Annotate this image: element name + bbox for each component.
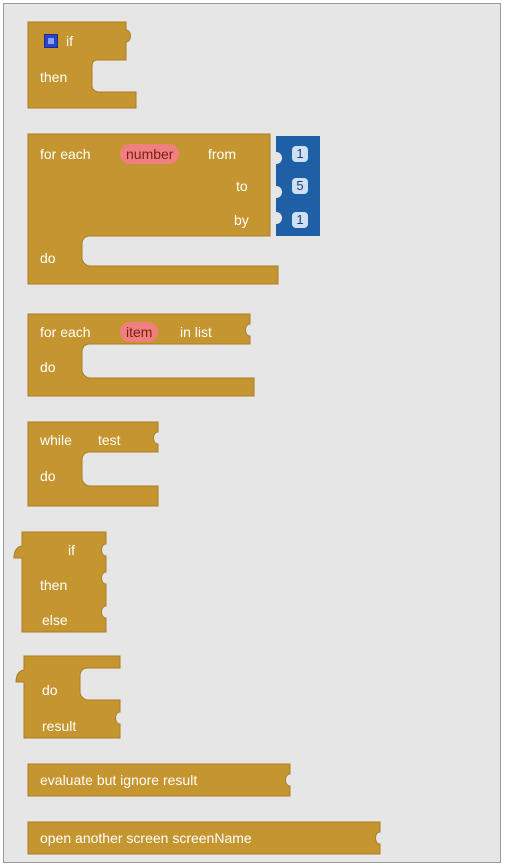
open-screen-label: open another screen screenName bbox=[40, 830, 252, 846]
test-label: test bbox=[98, 432, 121, 448]
by-label: by bbox=[234, 212, 249, 228]
for-each-label: for each bbox=[40, 146, 91, 162]
from-label: from bbox=[208, 146, 236, 162]
evaluate-label: evaluate but ignore result bbox=[40, 772, 198, 788]
if-label: if bbox=[66, 33, 73, 49]
variable-item[interactable]: item bbox=[120, 322, 159, 342]
while-block[interactable]: while test do bbox=[27, 421, 168, 514]
result-label: result bbox=[42, 718, 77, 734]
blocks-drawer: if then for each number from 1 to 5 by 1… bbox=[3, 3, 501, 863]
open-screen-block[interactable]: open another screen screenName bbox=[27, 821, 388, 862]
if-expression-block[interactable]: if then else bbox=[13, 531, 114, 638]
do-result-block[interactable]: do result bbox=[15, 655, 126, 746]
in-list-label: in list bbox=[180, 324, 212, 340]
to-number-block[interactable]: 5 bbox=[290, 176, 310, 196]
if-label: if bbox=[68, 542, 75, 558]
do-label: do bbox=[40, 250, 56, 266]
for-range-block[interactable]: for each number from 1 to 5 by 1 do bbox=[27, 133, 328, 294]
then-label: then bbox=[40, 69, 68, 85]
while-label: while bbox=[40, 432, 72, 448]
variable-number[interactable]: number bbox=[120, 144, 180, 164]
to-label: to bbox=[236, 178, 248, 194]
mutator-gear-icon[interactable] bbox=[44, 34, 58, 48]
then-label: then bbox=[40, 577, 68, 593]
do-label: do bbox=[40, 468, 56, 484]
do-label: do bbox=[40, 359, 56, 375]
for-each-label: for each bbox=[40, 324, 91, 340]
from-number-block[interactable]: 1 bbox=[290, 144, 310, 164]
evaluate-ignore-block[interactable]: evaluate but ignore result bbox=[27, 763, 298, 804]
by-number-block[interactable]: 1 bbox=[290, 210, 310, 230]
else-label: else bbox=[42, 612, 68, 628]
do-label: do bbox=[42, 682, 58, 698]
for-list-block[interactable]: for each item in list do bbox=[27, 313, 268, 404]
if-then-block[interactable]: if then bbox=[27, 21, 148, 116]
